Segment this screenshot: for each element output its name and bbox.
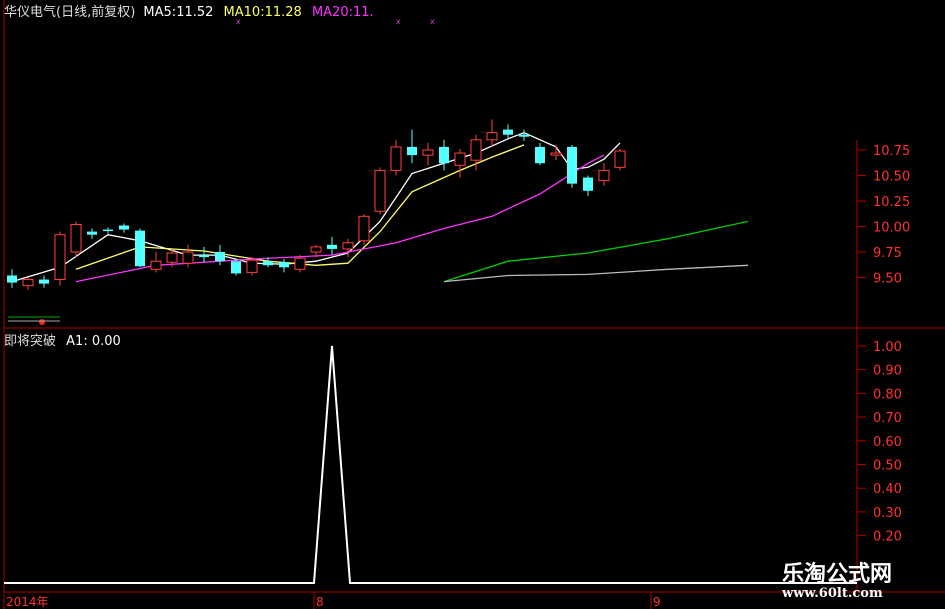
candle-body: [614, 150, 626, 168]
candle-body: [310, 246, 322, 253]
candle-body: [439, 146, 449, 164]
candle-body: [503, 129, 513, 135]
stock-title: 华仪电气(日线,前复权): [4, 5, 136, 20]
candle-body: [374, 169, 386, 212]
indicator-tick-label: 0.20: [873, 530, 902, 545]
date-tick-label: 2014年: [6, 595, 49, 609]
chart-header: 华仪电气(日线,前复权) MA5:11.52 MA10:11.28 MA20:1…: [4, 1, 374, 20]
a1-label: A1:: [66, 334, 88, 349]
candle-body: [246, 259, 258, 273]
price-tick-label: 10.25: [873, 195, 910, 210]
candle-body: [182, 251, 194, 264]
svg-text:x: x: [430, 17, 435, 26]
candle-body: [550, 152, 562, 156]
candle-body: [598, 169, 610, 182]
candle-body: [150, 260, 162, 270]
candle-body: [166, 252, 178, 263]
date-tick-label: 9: [653, 595, 661, 609]
indicator-tick-label: 0.80: [873, 387, 902, 402]
candle-body: [486, 132, 498, 141]
a1-value: 0.00: [91, 334, 121, 349]
candle-body: [390, 146, 402, 171]
svg-text:x: x: [396, 17, 401, 26]
indicator-tick-label: 1.00: [873, 340, 902, 355]
indicator-tick-label: 0.60: [873, 435, 902, 450]
indicator-tick-label: 0.50: [873, 459, 902, 474]
candle-body: [535, 146, 545, 164]
stock-chart: 10.75 10.50 10.25 10.00 9.75 9.50 1.00 0.90 0.8…: [0, 0, 945, 609]
indicator-name: 即将突破: [4, 334, 57, 349]
candle-body: [567, 146, 577, 184]
price-tick-label: 9.50: [873, 272, 902, 287]
candle-body: [87, 231, 97, 235]
candle-body: [39, 279, 49, 284]
price-tick-label: 10.00: [873, 221, 910, 236]
candle-body: [70, 223, 82, 253]
date-tick-label: 8: [316, 595, 324, 609]
candle-body: [454, 152, 466, 166]
indicator-tick-label: 0.70: [873, 411, 902, 426]
ma10-value: 11.28: [264, 5, 302, 20]
candle-body: [519, 134, 529, 137]
indicator-tick-label: 0.30: [873, 506, 902, 521]
candle-body: [103, 229, 113, 232]
candle-body: [342, 242, 354, 250]
ma5-label: MA5:: [143, 5, 177, 20]
candle-body: [7, 275, 17, 283]
candle-body: [422, 149, 434, 156]
price-tick-label: 10.75: [873, 144, 910, 159]
watermark-title: 乐淘公式网: [782, 562, 893, 587]
candle-body: [22, 279, 34, 287]
indicator-tick-label: 0.90: [873, 364, 902, 379]
candle-body: [294, 257, 306, 270]
candle-body: [119, 225, 129, 230]
ma10-label: MA10:: [223, 5, 265, 20]
candle-body: [231, 261, 241, 274]
watermark-url: www.60lt.com: [782, 586, 883, 601]
candle-body: [199, 255, 209, 258]
indicator-header: 即将突破 A1: 0.00: [4, 330, 121, 349]
candle-body: [583, 177, 593, 191]
candle-body: [215, 252, 225, 262]
candle-body: [54, 234, 66, 281]
indicator-tick-label: 0.40: [873, 482, 902, 497]
candle-body: [327, 244, 337, 249]
candle-body: [407, 146, 417, 156]
ma20-value: 11.: [352, 5, 374, 20]
candle-body: [470, 139, 482, 161]
price-tick-label: 10.50: [873, 170, 910, 185]
price-tick-label: 9.75: [873, 246, 902, 261]
candle-body: [135, 230, 145, 267]
ma20-label: MA20:: [311, 5, 353, 20]
event-marker: [39, 319, 45, 325]
ma5-value: 11.52: [176, 5, 214, 20]
candle-body: [358, 215, 370, 242]
candle-body: [263, 261, 273, 266]
candle-body: [279, 262, 289, 268]
